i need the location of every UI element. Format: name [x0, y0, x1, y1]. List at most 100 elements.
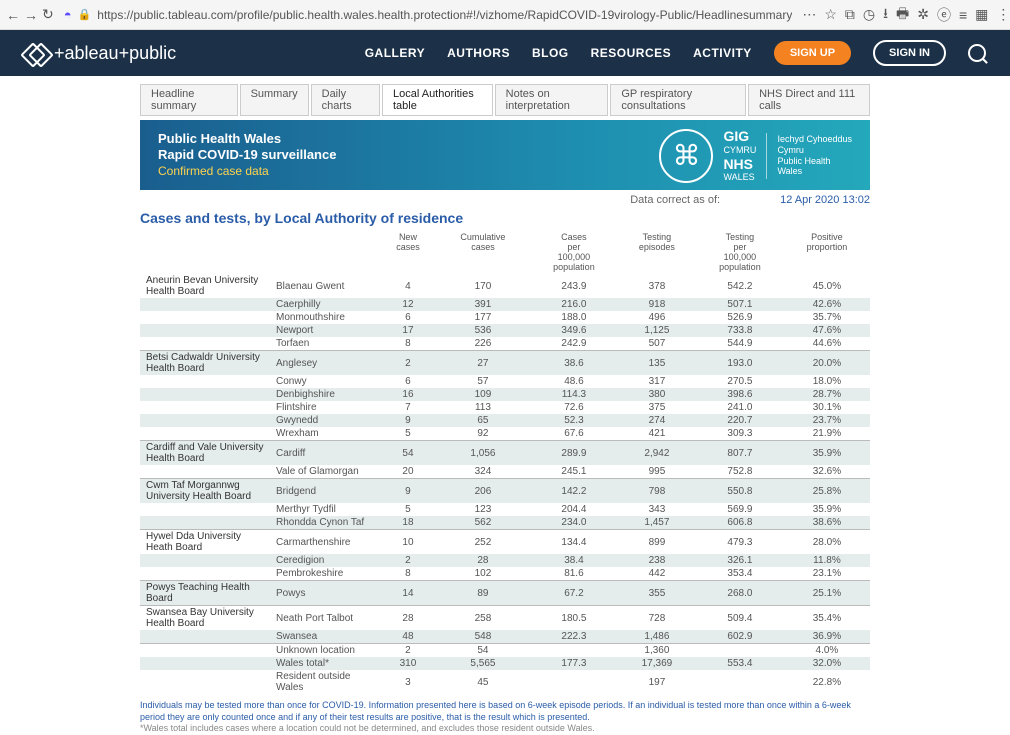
local-authority-cell: Flintshire	[270, 401, 380, 414]
value-cell: 542.2	[696, 274, 784, 298]
value-cell: 222.3	[530, 630, 618, 644]
reload-button[interactable]: ↻	[42, 4, 54, 26]
col-header: Testingper100,000population	[696, 230, 784, 274]
table-row: Cwm Taf Morgannwg University Health Boar…	[140, 479, 870, 504]
profile-icon[interactable]: ⓔ	[937, 5, 951, 25]
value-cell: 81.6	[530, 567, 618, 581]
value-cell: 21.9%	[784, 427, 870, 441]
value-cell: 270.5	[696, 375, 784, 388]
value-cell: 899	[618, 530, 696, 555]
value-cell: 733.8	[696, 324, 784, 337]
table-row: Powys Teaching Health BoardPowys148967.2…	[140, 581, 870, 606]
value-cell: 36.9%	[784, 630, 870, 644]
table-row: Rhondda Cynon Taf18562234.01,457606.838.…	[140, 516, 870, 530]
value-cell: 23.1%	[784, 567, 870, 581]
value-cell: 752.8	[696, 465, 784, 479]
table-row: Wrexham59267.6421309.321.9%	[140, 427, 870, 441]
value-cell: 32.0%	[784, 657, 870, 670]
url-field[interactable]: https://public.tableau.com/profile/publi…	[97, 8, 792, 22]
value-cell: 54	[436, 644, 530, 658]
star-icon[interactable]: ☆	[824, 6, 837, 23]
ext2-icon[interactable]: ⋮	[996, 6, 1010, 23]
value-cell: 2	[380, 351, 436, 376]
local-authority-cell: Caerphilly	[270, 298, 380, 311]
col-header: Cumulativecases	[436, 230, 530, 274]
history-icon[interactable]: ◷	[863, 6, 875, 23]
health-board-cell: Hywel Dda University Heath Board	[140, 530, 270, 555]
value-cell	[696, 644, 784, 658]
value-cell	[530, 670, 618, 694]
nav-gallery[interactable]: GALLERY	[365, 46, 425, 60]
nav-blog[interactable]: BLOG	[532, 46, 569, 60]
col-header: Testingepisodes	[618, 230, 696, 274]
tableau-logo[interactable]: +ableau+public	[24, 41, 176, 65]
nav-authors[interactable]: AUTHORS	[447, 46, 510, 60]
tab-local-authorities-table[interactable]: Local Authorities table	[382, 84, 493, 116]
table-row: Vale of Glamorgan20324245.1995752.832.6%	[140, 465, 870, 479]
value-cell: 38.6	[530, 351, 618, 376]
health-board-cell: Powys Teaching Health Board	[140, 581, 270, 606]
health-board-cell: Cardiff and Vale University Health Board	[140, 441, 270, 466]
tab-summary[interactable]: Summary	[240, 84, 309, 116]
value-cell: 274	[618, 414, 696, 427]
table-row: Flintshire711372.6375241.030.1%	[140, 401, 870, 414]
value-cell: 553.4	[696, 657, 784, 670]
tab-gp-respiratory-consultations[interactable]: GP respiratory consultations	[610, 84, 746, 116]
table-row: Aneurin Bevan University Health BoardBla…	[140, 274, 870, 298]
table-row: Torfaen8226242.9507544.944.6%	[140, 337, 870, 351]
value-cell: 102	[436, 567, 530, 581]
value-cell: 507	[618, 337, 696, 351]
value-cell: 550.8	[696, 479, 784, 504]
value-cell: 268.0	[696, 581, 784, 606]
signup-button[interactable]: SIGN UP	[774, 41, 851, 65]
value-cell: 375	[618, 401, 696, 414]
value-cell: 25.1%	[784, 581, 870, 606]
value-cell: 25.8%	[784, 479, 870, 504]
local-authority-cell: Anglesey	[270, 351, 380, 376]
ext1-icon[interactable]: ▦	[975, 6, 988, 23]
signin-button[interactable]: SIGN IN	[873, 40, 946, 66]
nav-resources[interactable]: RESOURCES	[591, 46, 672, 60]
tab-nhs-direct-and-111-calls[interactable]: NHS Direct and 111 calls	[748, 84, 870, 116]
back-button[interactable]: ←	[6, 4, 20, 26]
value-cell: 44.6%	[784, 337, 870, 351]
tab-notes-on-interpretation[interactable]: Notes on interpretation	[495, 84, 609, 116]
table-row: Ceredigion22838.4238326.111.8%	[140, 554, 870, 567]
value-cell: 14	[380, 581, 436, 606]
forward-button[interactable]: →	[24, 4, 38, 26]
search-icon[interactable]	[968, 44, 986, 62]
value-cell: 242.9	[530, 337, 618, 351]
table-row: Caerphilly12391216.0918507.142.6%	[140, 298, 870, 311]
col-header: Newcases	[380, 230, 436, 274]
menu-icon[interactable]: ≡	[959, 7, 967, 23]
value-cell: 52.3	[530, 414, 618, 427]
health-board-cell: Aneurin Bevan University Health Board	[140, 274, 270, 298]
print-icon[interactable]: 🖶	[896, 3, 909, 27]
value-cell: 245.1	[530, 465, 618, 479]
health-board-cell	[140, 503, 270, 516]
value-cell: 252	[436, 530, 530, 555]
value-cell: 180.5	[530, 606, 618, 631]
value-cell: 17,369	[618, 657, 696, 670]
pocket-icon[interactable]: ⧉	[845, 6, 855, 23]
value-cell	[530, 644, 618, 658]
value-cell: 7	[380, 401, 436, 414]
tab-daily-charts[interactable]: Daily charts	[311, 84, 380, 116]
table-row: Gwynedd96552.3274220.723.7%	[140, 414, 870, 427]
value-cell: 28.0%	[784, 530, 870, 555]
value-cell: 35.9%	[784, 441, 870, 466]
health-board-cell	[140, 516, 270, 530]
download-icon[interactable]: ⭳	[883, 3, 888, 27]
value-cell: 22.8%	[784, 670, 870, 694]
value-cell: 238	[618, 554, 696, 567]
value-cell: 89	[436, 581, 530, 606]
tab-headline-summary[interactable]: Headline summary	[140, 84, 238, 116]
settings-icon[interactable]: ✲	[917, 6, 929, 23]
value-cell: 113	[436, 401, 530, 414]
table-row: Merthyr Tydfil5123204.4343569.935.9%	[140, 503, 870, 516]
more-icon[interactable]: ⋯	[802, 6, 816, 23]
nav-activity[interactable]: ACTIVITY	[693, 46, 752, 60]
value-cell: 197	[618, 670, 696, 694]
col-header: Positiveproportion	[784, 230, 870, 274]
value-cell: 226	[436, 337, 530, 351]
